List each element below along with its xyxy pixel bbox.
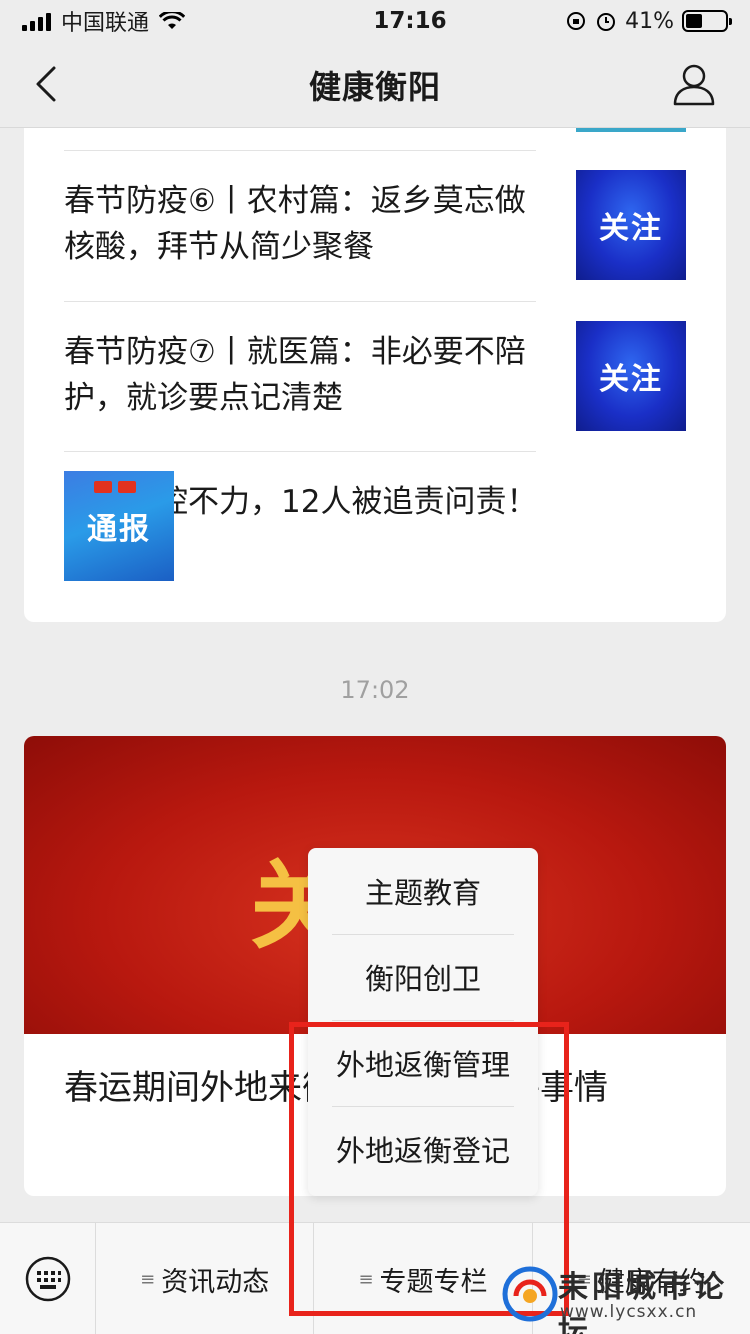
wifi-icon (159, 12, 186, 29)
menu-lines-icon: ≡ (140, 1268, 156, 1290)
article-title: 春节防疫⑥丨农村篇：返乡莫忘做核酸，拜节从简少聚餐 (64, 183, 526, 265)
menu-tab-label: 资讯动态 (161, 1266, 270, 1298)
page-title: 健康衡阳 (308, 67, 441, 106)
keyboard-icon (25, 1256, 70, 1302)
submenu-item[interactable]: 外地返衡管理 (308, 1020, 538, 1106)
article-list-card: 春节防疫⑥丨农村篇：返乡莫忘做核酸，拜节从简少聚餐 关注 春节防疫⑦丨就医篇：非… (24, 128, 726, 622)
status-bar: 中国联通 17:16 41% (0, 0, 750, 42)
article-row[interactable]: 春节防疫⑦丨就医篇：非必要不陪护，就诊要点记清楚 关注 (64, 301, 686, 451)
logo-badges (94, 481, 136, 493)
nav-bar: 健康衡阳 (0, 42, 750, 128)
message-timestamp: 17:02 (340, 676, 410, 704)
article-thumbnail: 通报 (64, 471, 174, 581)
submenu-item[interactable]: 外地返衡登记 (308, 1106, 538, 1192)
thumbnail-label: 通报 (87, 512, 151, 547)
battery-percent: 41% (625, 8, 674, 34)
divider (64, 301, 536, 302)
menu-tab-news[interactable]: ≡ 资讯动态 (96, 1223, 315, 1334)
article-title: 春节防疫⑦丨就医篇：非必要不陪护，就诊要点记清楚 (64, 334, 526, 416)
alarm-icon (597, 13, 616, 31)
carrier-label: 中国联通 (61, 11, 150, 36)
article-row[interactable]: 疫情防控不力，12人被追责问责！ 通报 (64, 451, 686, 601)
status-time: 17:16 (373, 8, 447, 34)
submenu-popup: 主题教育 衡阳创卫 外地返衡管理 外地返衡登记 (308, 848, 538, 1196)
keyboard-toggle-button[interactable] (0, 1223, 96, 1334)
menu-tab-label: 专题专栏 (379, 1266, 488, 1298)
previous-thumbnail-edge (576, 128, 686, 132)
rotation-lock-icon (567, 12, 586, 30)
battery-icon (682, 10, 732, 32)
profile-icon[interactable] (672, 62, 716, 106)
back-arrow-icon[interactable] (28, 64, 68, 104)
watermark-text: 耒阳城市论坛 (558, 1270, 728, 1334)
menu-lines-icon: ≡ (358, 1268, 374, 1290)
divider (64, 451, 536, 452)
site-watermark: 耒阳城市论坛 www.lycsxx.cn (496, 1262, 750, 1334)
article-thumbnail: 关注 (576, 170, 686, 280)
submenu-item[interactable]: 主题教育 (308, 848, 538, 934)
submenu-item[interactable]: 衡阳创卫 (308, 934, 538, 1020)
signal-icon (22, 11, 51, 31)
watermark-logo-icon (502, 1266, 558, 1322)
article-row[interactable]: 春节防疫⑥丨农村篇：返乡莫忘做核酸，拜节从简少聚餐 关注 (64, 150, 686, 300)
watermark-url: www.lycsxx.cn (560, 1302, 698, 1322)
article-thumbnail: 关注 (576, 321, 686, 431)
